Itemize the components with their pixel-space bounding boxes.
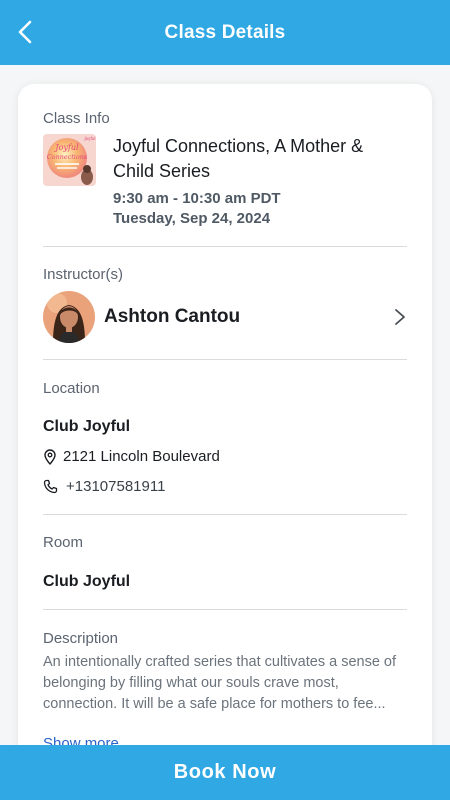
avatar — [43, 291, 95, 343]
class-details-card: Class Info Joyful Connections Joyful Joy… — [18, 84, 432, 800]
class-date: Tuesday, Sep 24, 2024 — [113, 210, 271, 227]
divider — [43, 246, 407, 247]
chevron-left-icon — [18, 20, 32, 44]
book-now-button[interactable]: Book Now — [0, 745, 450, 800]
class-info-label: Class Info — [43, 110, 110, 127]
room-name: Club Joyful — [43, 573, 131, 590]
room-label: Room — [43, 534, 84, 551]
phone-text: +13107581911 — [66, 478, 166, 495]
location-name: Club Joyful — [43, 418, 131, 435]
svg-text:Joyful: Joyful — [83, 136, 95, 141]
book-now-label: Book Now — [173, 761, 277, 783]
address-text: 2121 Lincoln Boulevard — [63, 448, 220, 465]
page-title: Class Details — [164, 21, 286, 43]
address-row: 2121 Lincoln Boulevard — [43, 448, 220, 465]
location-label: Location — [43, 380, 100, 397]
description-label: Description — [43, 630, 119, 647]
description-text: An intentionally crafted series that cul… — [43, 654, 397, 712]
instructor-row[interactable]: Ashton Cantou — [43, 290, 407, 344]
chevron-right-icon — [395, 309, 405, 325]
divider — [43, 359, 407, 360]
divider — [43, 514, 407, 515]
phone-link[interactable]: +13107581911 — [43, 478, 165, 495]
class-thumbnail: Joyful Connections Joyful — [43, 134, 96, 186]
svg-text:Joyful: Joyful — [53, 143, 79, 152]
class-title: Joyful Connections, A Mother & Child Ser… — [113, 136, 364, 181]
instructor-label: Instructor(s) — [43, 266, 124, 283]
class-time: 9:30 am - 10:30 am PDT — [113, 190, 281, 207]
divider — [43, 609, 407, 610]
svg-text:Connections: Connections — [47, 153, 88, 161]
app-screen: Class Details Class Info Joyful Connecti… — [0, 0, 450, 800]
back-button[interactable] — [8, 12, 42, 52]
instructor-name: Ashton Cantou — [104, 306, 241, 327]
phone-icon — [43, 479, 58, 494]
map-pin-icon — [44, 448, 56, 465]
header-bar: Class Details — [0, 0, 450, 65]
